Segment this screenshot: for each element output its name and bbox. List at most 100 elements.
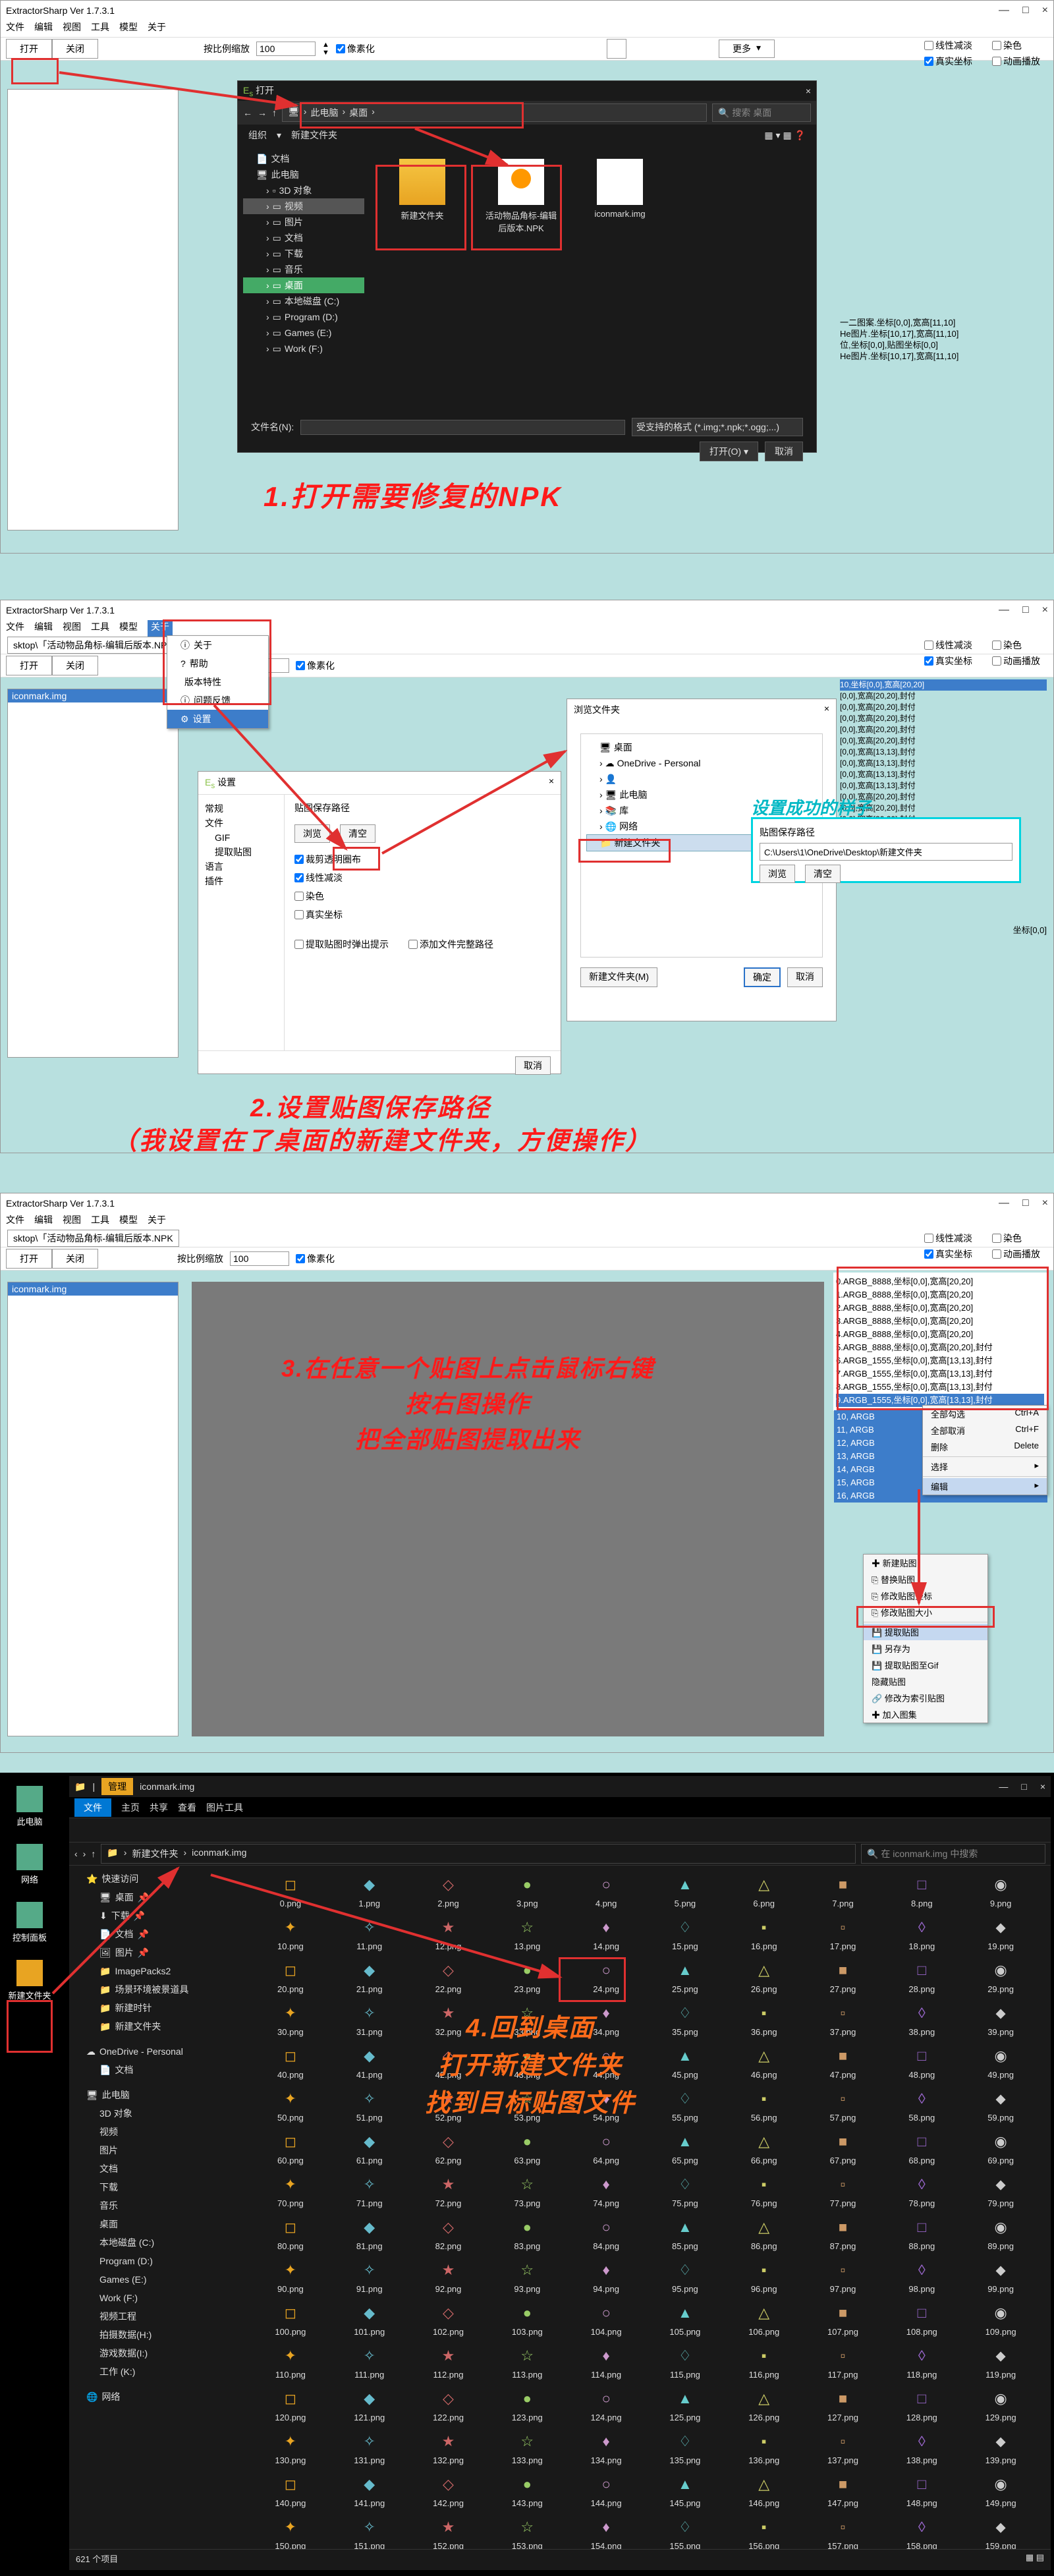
tree-item[interactable]: 🖥此电脑 bbox=[243, 167, 364, 183]
file-item[interactable]: ▫97.png bbox=[806, 2258, 880, 2294]
file-item[interactable]: ✧111.png bbox=[333, 2343, 406, 2380]
maximize-icon[interactable]: □ bbox=[1021, 1781, 1026, 1792]
file-item[interactable]: ♢75.png bbox=[648, 2172, 722, 2208]
tree-item[interactable]: 视频工程 bbox=[73, 2307, 236, 2326]
close-button[interactable]: 关闭 bbox=[52, 39, 98, 59]
file-item[interactable]: ●123.png bbox=[490, 2386, 564, 2422]
minimize-icon[interactable]: — bbox=[999, 1781, 1008, 1792]
new-folder-button[interactable]: 新建文件夹(M) bbox=[580, 967, 657, 987]
close-icon[interactable]: × bbox=[806, 86, 811, 96]
forward-icon[interactable]: → bbox=[258, 107, 267, 118]
file-item[interactable]: ✦90.png bbox=[254, 2258, 327, 2294]
file-item[interactable]: ●83.png bbox=[490, 2215, 564, 2251]
menu-file[interactable]: 文件 bbox=[6, 1213, 24, 1230]
tree-item[interactable]: Program (D:) bbox=[73, 2252, 236, 2270]
tree-item[interactable]: › ☁OneDrive - Personal bbox=[586, 755, 817, 771]
menu-tool[interactable]: 工具 bbox=[91, 1213, 109, 1230]
file-item[interactable]: □68.png bbox=[885, 2129, 958, 2165]
tree-item[interactable]: Games (E:) bbox=[73, 2270, 236, 2289]
close-icon[interactable]: × bbox=[824, 703, 829, 716]
file-item[interactable]: ○144.png bbox=[569, 2472, 643, 2508]
file-item[interactable]: ▲65.png bbox=[648, 2129, 722, 2165]
file-item[interactable]: ★112.png bbox=[412, 2343, 485, 2380]
file-item[interactable]: ♢95.png bbox=[648, 2258, 722, 2294]
tree-item[interactable]: ›▫3D 对象 bbox=[243, 183, 364, 198]
tree-item[interactable]: ›▭文档 bbox=[243, 230, 364, 246]
file-item[interactable]: ●143.png bbox=[490, 2472, 564, 2508]
file-item[interactable]: ♦14.png bbox=[569, 1915, 643, 1951]
tree-item[interactable]: 插件 bbox=[205, 874, 277, 888]
tree-item[interactable]: 🖥 此电脑 bbox=[73, 2086, 236, 2104]
file-item[interactable]: ♢135.png bbox=[648, 2429, 722, 2465]
close-button[interactable]: 关闭 bbox=[52, 1249, 98, 1269]
open-button[interactable]: 打开 bbox=[6, 39, 52, 59]
file-item[interactable]: ◆101.png bbox=[333, 2301, 406, 2337]
tab-home[interactable]: 主页 bbox=[121, 1801, 140, 1814]
file-item[interactable]: □8.png bbox=[885, 1872, 958, 1908]
file-item[interactable]: ✦30.png bbox=[254, 2001, 327, 2037]
mi-gif[interactable]: 💾 提取贴图至Gif bbox=[864, 1657, 987, 1673]
file-item[interactable]: ◇142.png bbox=[412, 2472, 485, 2508]
open-file-button[interactable]: 打开(O) ▾ bbox=[700, 442, 758, 461]
mi-hide[interactable]: 隐藏贴图 bbox=[864, 1673, 987, 1690]
chk-popup[interactable]: 提取贴图时弹出提示 bbox=[294, 938, 389, 951]
file-item[interactable]: ■87.png bbox=[806, 2215, 880, 2251]
tree-item[interactable]: ›▭本地磁盘 (C:) bbox=[243, 293, 364, 309]
menu-file[interactable]: 文件 bbox=[6, 20, 24, 37]
cancel-button[interactable]: 取消 bbox=[787, 967, 823, 987]
tree-item[interactable]: 语言 bbox=[205, 859, 277, 874]
file-item[interactable]: ■107.png bbox=[806, 2301, 880, 2337]
view-icons[interactable]: ▦ ▾ ▦ ❓ bbox=[764, 130, 806, 141]
tree-item[interactable]: 桌面 bbox=[73, 2215, 236, 2233]
file-item[interactable]: ◊118.png bbox=[885, 2343, 958, 2380]
file-item[interactable]: ▫37.png bbox=[806, 2001, 880, 2037]
file-item[interactable]: ♦74.png bbox=[569, 2172, 643, 2208]
canvas[interactable] bbox=[192, 1282, 824, 1736]
file-item[interactable]: ◻60.png bbox=[254, 2129, 327, 2165]
file-item[interactable]: ▪156.png bbox=[727, 2515, 801, 2549]
file-item[interactable]: ◊78.png bbox=[885, 2172, 958, 2208]
pixelate-check[interactable]: 像素化 bbox=[336, 42, 375, 55]
view-mode-icons[interactable]: ▦ ▤ bbox=[1026, 2552, 1044, 2566]
file-item[interactable]: ◊58.png bbox=[885, 2086, 958, 2123]
file-item[interactable]: ▫57.png bbox=[806, 2086, 880, 2123]
file-item[interactable]: ◉29.png bbox=[964, 1958, 1038, 1994]
menu-edit[interactable]: 编辑 bbox=[34, 1213, 53, 1230]
pixelate-check[interactable]: 像素化 bbox=[296, 659, 335, 672]
tree-item[interactable]: 🖥桌面 bbox=[586, 739, 817, 755]
file-item[interactable]: ▫17.png bbox=[806, 1915, 880, 1951]
tree-item[interactable]: 3D 对象 bbox=[73, 2104, 236, 2123]
file-item[interactable]: ▪96.png bbox=[727, 2258, 801, 2294]
mi-insert[interactable]: ✚ 加入图集 bbox=[864, 1706, 987, 1723]
file-item[interactable]: ○64.png bbox=[569, 2129, 643, 2165]
file-item[interactable]: ✦130.png bbox=[254, 2429, 327, 2465]
file-item[interactable]: ♢155.png bbox=[648, 2515, 722, 2549]
file-item[interactable]: ▲105.png bbox=[648, 2301, 722, 2337]
maximize-icon[interactable]: □ bbox=[1022, 5, 1029, 16]
up-icon[interactable]: ↑ bbox=[91, 1848, 96, 1859]
file-item[interactable]: △86.png bbox=[727, 2215, 801, 2251]
file-item[interactable]: ▪36.png bbox=[727, 2001, 801, 2037]
file-item[interactable]: ○84.png bbox=[569, 2215, 643, 2251]
menu-about[interactable]: 关于 bbox=[148, 1213, 166, 1230]
tree-item[interactable]: 本地磁盘 (C:) bbox=[73, 2233, 236, 2252]
menu-view[interactable]: 视图 bbox=[63, 20, 81, 37]
file-item[interactable]: ✦50.png bbox=[254, 2086, 327, 2123]
file-item[interactable]: ●103.png bbox=[490, 2301, 564, 2337]
file-item[interactable]: ○124.png bbox=[569, 2386, 643, 2422]
menu-model[interactable]: 模型 bbox=[119, 620, 138, 637]
file-item[interactable]: ▲25.png bbox=[648, 1958, 722, 1994]
file-item[interactable]: ◻40.png bbox=[254, 2044, 327, 2080]
file-item[interactable]: ◆81.png bbox=[333, 2215, 406, 2251]
file-item[interactable]: ◉89.png bbox=[964, 2215, 1038, 2251]
file-item[interactable]: ♦94.png bbox=[569, 2258, 643, 2294]
menu-view[interactable]: 视图 bbox=[63, 620, 81, 637]
tree-item[interactable]: 📁 新建文件夹 bbox=[73, 2017, 236, 2036]
file-item[interactable]: ◉129.png bbox=[964, 2386, 1038, 2422]
file-item[interactable]: ☆113.png bbox=[490, 2343, 564, 2380]
file-item[interactable]: ✧151.png bbox=[333, 2515, 406, 2549]
tab-file[interactable]: 文件 bbox=[74, 1798, 111, 1817]
tree-item[interactable]: 工作 (K:) bbox=[73, 2362, 236, 2381]
tree-item[interactable]: ›▭下载 bbox=[243, 246, 364, 262]
file-item[interactable]: ▲5.png bbox=[648, 1872, 722, 1908]
